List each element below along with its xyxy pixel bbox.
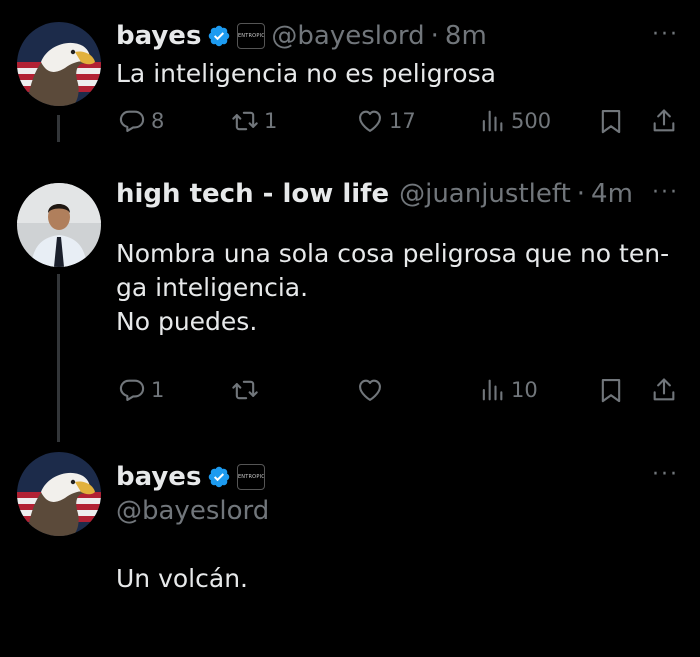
views-button[interactable]: 10 <box>478 376 538 404</box>
tweet-header: bayes ENTROPIC @bayeslord · 8m <box>116 18 487 54</box>
tweet-text: Nombra una sola cosa peligrosa que no te… <box>116 237 669 339</box>
retweet-button[interactable] <box>231 376 259 404</box>
share-icon <box>650 107 678 135</box>
retweet-icon <box>231 107 259 135</box>
views-count: 500 <box>511 109 552 133</box>
retweet-count: 1 <box>264 109 278 133</box>
verified-badge-icon <box>207 465 231 489</box>
like-button[interactable]: 17 <box>356 107 416 135</box>
retweet-button[interactable]: 1 <box>231 107 277 135</box>
thread-line <box>57 115 60 142</box>
timestamp[interactable]: 8m <box>445 21 487 51</box>
share-button[interactable] <box>650 107 678 135</box>
handle[interactable]: @bayeslord <box>116 496 269 526</box>
share-icon <box>650 376 678 404</box>
bookmark-button[interactable] <box>597 107 625 135</box>
share-button[interactable] <box>650 376 678 404</box>
tweet-text-line: Nombra una sola cosa peligrosa que no te… <box>116 239 670 268</box>
thread-line <box>57 274 60 442</box>
reply-count: 1 <box>151 378 165 402</box>
more-icon[interactable]: ··· <box>652 22 679 47</box>
affiliate-badge[interactable]: ENTROPIC <box>237 464 266 490</box>
tweet-text-line: No puedes. <box>116 307 258 336</box>
avatar-eagle-image <box>17 452 101 536</box>
avatar-eagle-image <box>17 22 101 106</box>
reply-count: 8 <box>151 109 165 133</box>
reply-icon <box>118 376 146 404</box>
avatar[interactable] <box>17 452 101 536</box>
affiliate-label: ENTROPIC <box>237 33 265 39</box>
like-count: 17 <box>389 109 416 133</box>
avatar[interactable] <box>17 183 101 267</box>
views-count: 10 <box>511 378 538 402</box>
more-icon[interactable]: ··· <box>652 462 679 487</box>
separator: · <box>430 21 439 51</box>
tweet-header: bayes ENTROPIC <box>116 459 266 495</box>
bookmark-icon <box>597 107 625 135</box>
reply-button[interactable]: 8 <box>118 107 164 135</box>
separator: · <box>576 179 586 209</box>
like-button[interactable] <box>356 376 384 404</box>
bookmark-button[interactable] <box>597 376 625 404</box>
views-button[interactable]: 500 <box>478 107 551 135</box>
tweet-text: La inteligencia no es peligrosa <box>116 59 496 88</box>
verified-badge-icon <box>207 24 231 48</box>
handle[interactable]: @juanjustleft <box>399 179 571 209</box>
avatar-person-image <box>17 183 101 267</box>
views-icon <box>478 107 506 135</box>
reply-icon <box>118 107 146 135</box>
retweet-icon <box>231 376 259 404</box>
tweet-text: Un volcán. <box>116 564 248 593</box>
like-icon <box>356 107 384 135</box>
views-icon <box>478 376 506 404</box>
avatar[interactable] <box>17 22 101 106</box>
affiliate-badge[interactable]: ENTROPIC <box>237 23 266 49</box>
tweet-header: high tech - low life @juanjustleft · 4m <box>116 176 633 212</box>
reply-button[interactable]: 1 <box>118 376 164 404</box>
timestamp[interactable]: 4m <box>591 179 633 209</box>
display-name[interactable]: bayes <box>116 462 201 492</box>
like-icon <box>356 376 384 404</box>
display-name[interactable]: bayes <box>116 21 201 51</box>
display-name[interactable]: high tech - low life <box>116 179 389 209</box>
tweet-text-line: ga inteligencia. <box>116 273 309 302</box>
affiliate-label: ENTROPIC <box>237 474 265 480</box>
handle[interactable]: @bayeslord <box>271 21 424 51</box>
more-icon[interactable]: ··· <box>652 180 679 205</box>
bookmark-icon <box>597 376 625 404</box>
